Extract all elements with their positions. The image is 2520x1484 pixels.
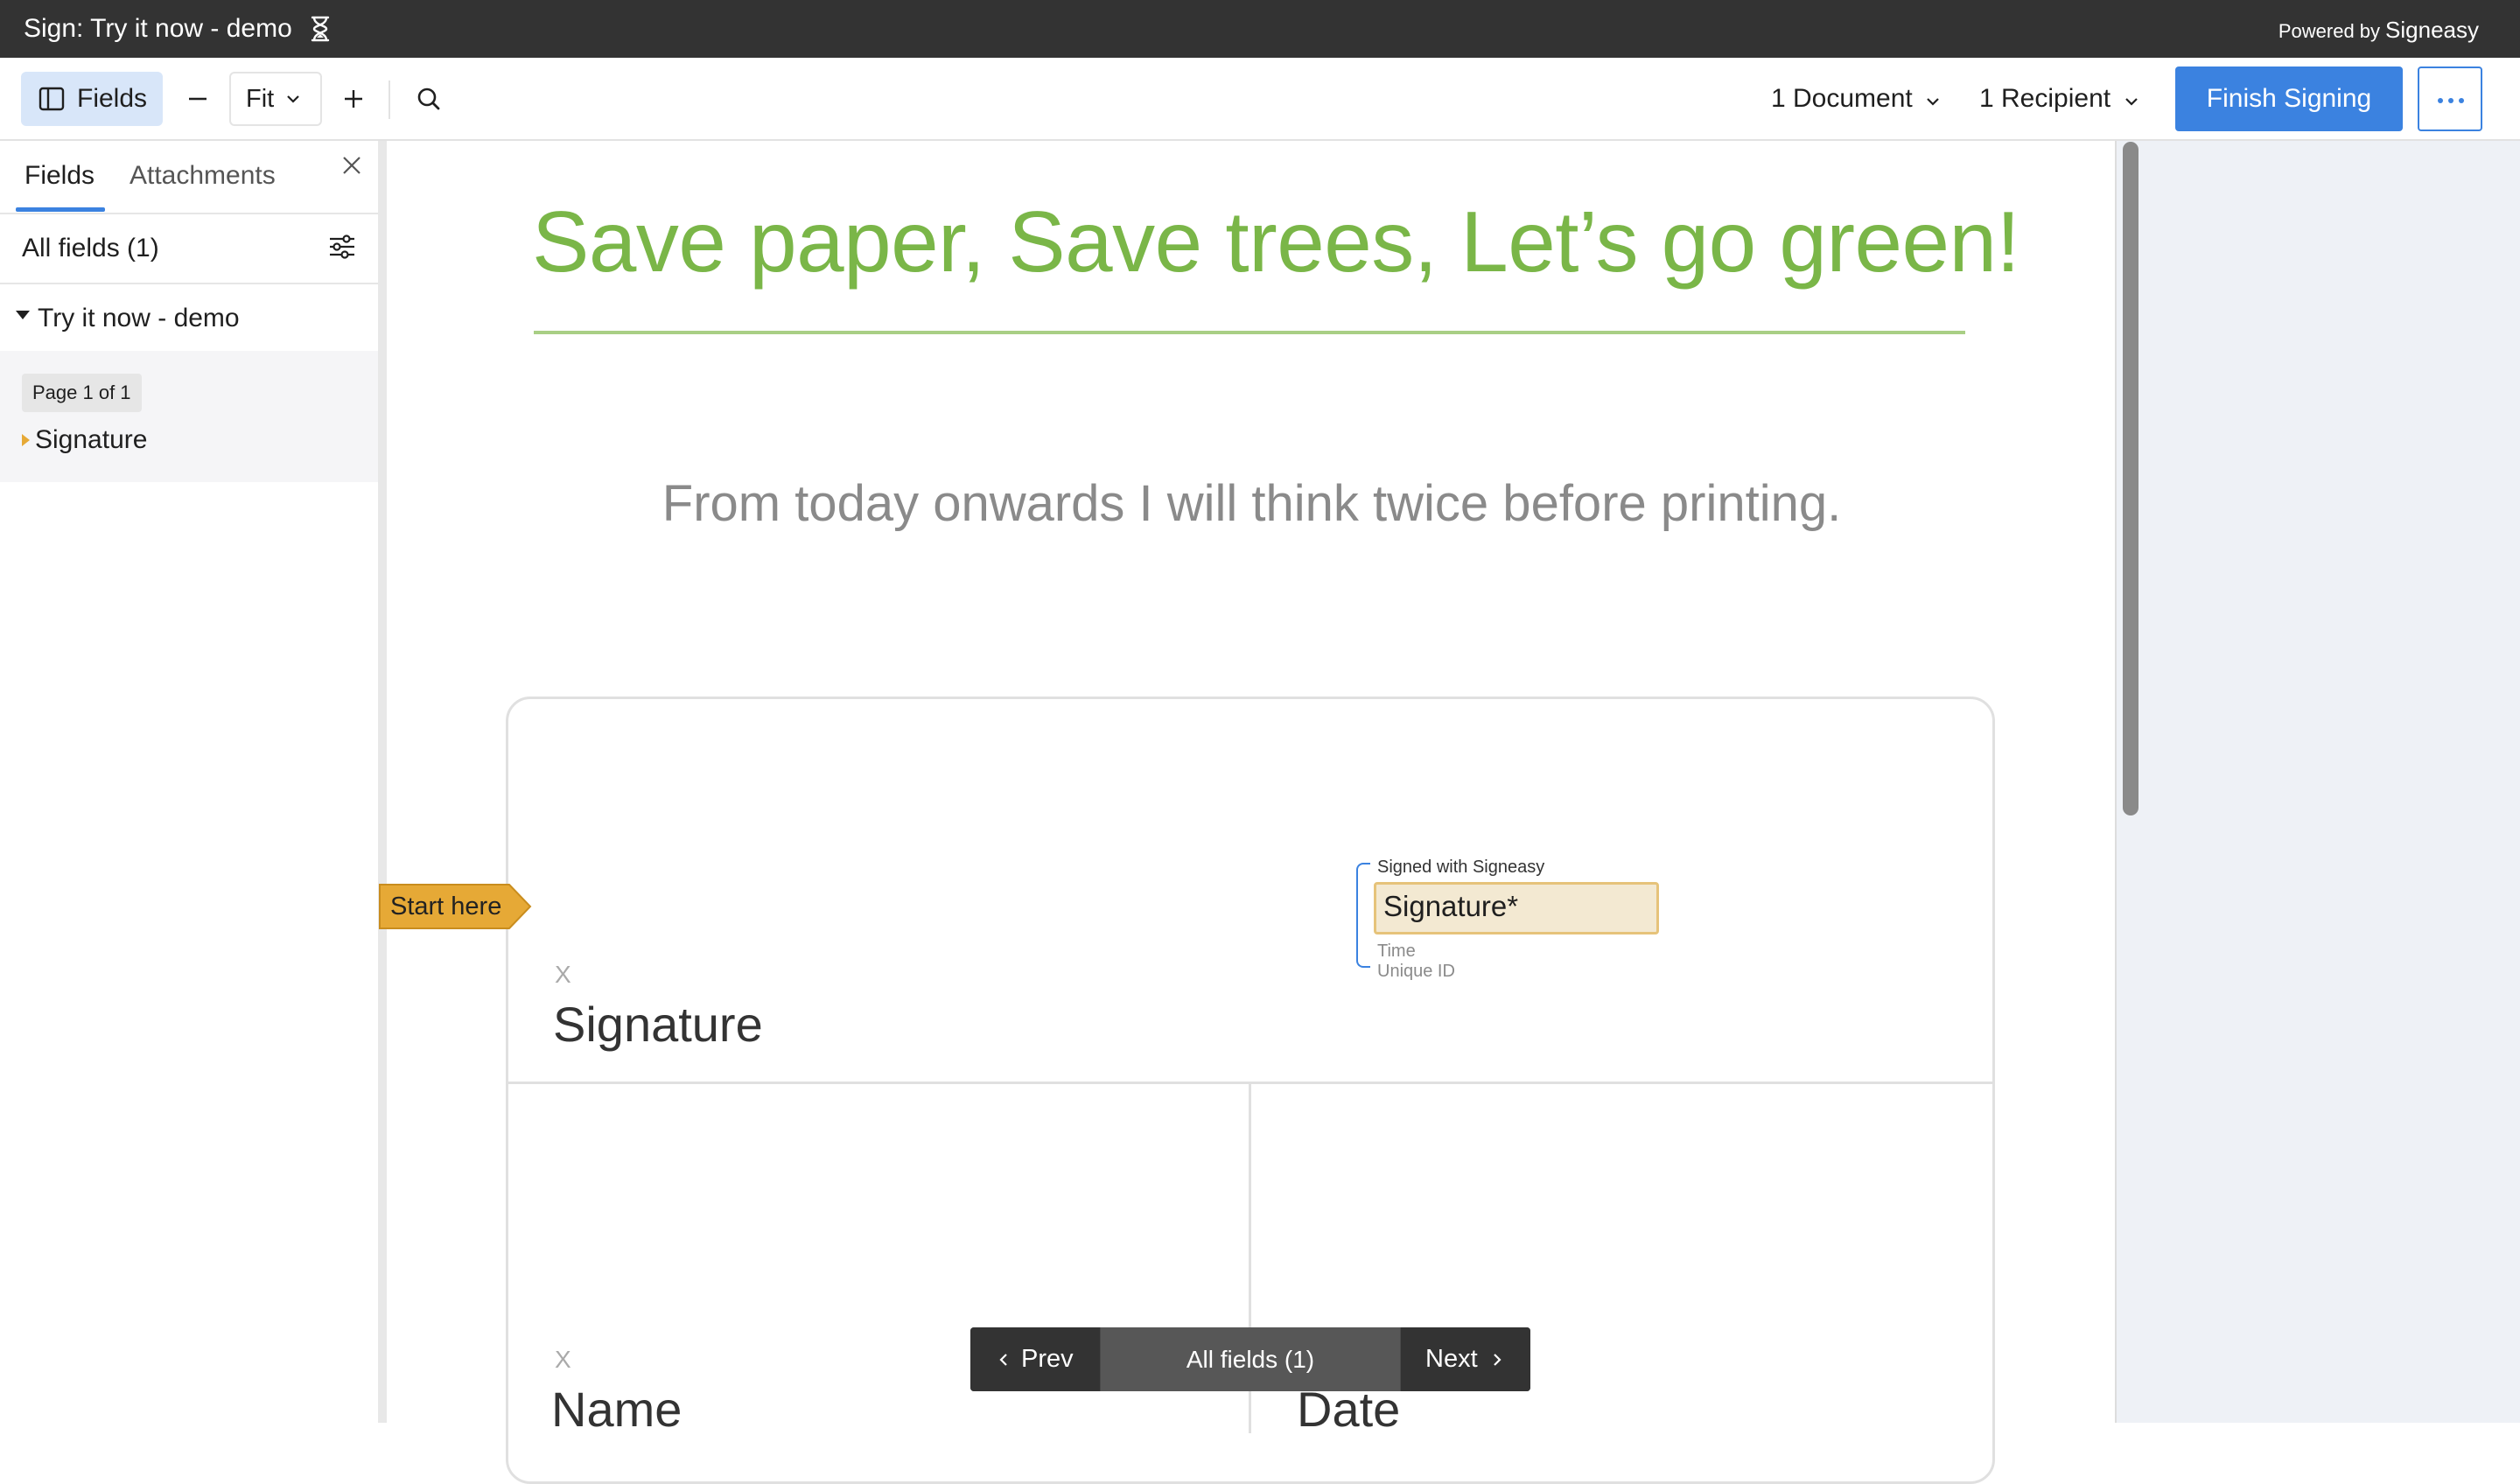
field-list-item-signature[interactable]: Signature [35,421,147,459]
chevron-down-icon [287,95,299,103]
signature-field-placeholder: Signature* [1383,890,1519,922]
more-dot-icon [2438,98,2443,103]
signature-stamp-bracket [1356,863,1370,968]
active-tab-indicator [16,207,105,212]
powered-by-prefix: Powered by [2278,20,2381,42]
document-headline: Save paper, Save trees, Let’s go green! [532,193,2020,290]
chevron-down-icon [2124,97,2138,106]
toolbar: Fields Fit 1 Document 1 Recipient Finish… [0,58,2520,141]
prev-field-button[interactable]: Prev [970,1327,1100,1391]
more-dot-icon [2448,98,2454,103]
document-subline: From today onwards I will think twice be… [662,475,1842,532]
start-here-marker[interactable]: Start here [378,883,532,930]
page-group: Page 1 of 1 Signature [0,351,378,482]
recipient-dropdown[interactable]: 1 Recipient [1979,72,2139,126]
more-dot-icon [2459,98,2464,103]
all-fields-count: All fields (1) [22,234,159,262]
caret-down-icon[interactable] [16,311,30,319]
signature-time-label: Time [1377,942,1416,961]
fields-sidebar: Fields Attachments All fields (1) Try it… [0,141,378,1423]
window-title: Sign: Try it now - demo [24,14,292,43]
filter-settings-icon[interactable] [327,232,357,262]
signature-line-label: Signature [553,997,763,1052]
signature-x-mark: X [555,961,571,988]
start-here-label: Start here [390,892,502,920]
signature-unique-id-label: Unique ID [1377,962,1455,981]
caret-right-icon [22,434,30,446]
vertical-scrollbar[interactable] [2123,142,2138,816]
recipient-dropdown-label: 1 Recipient [1979,84,2111,113]
sidebar-resize-handle[interactable] [378,141,387,1423]
chevron-right-icon [1494,1354,1502,1366]
finish-signing-button[interactable]: Finish Signing [2175,66,2403,131]
fields-button-label: Fields [77,84,148,113]
search-icon [417,88,440,110]
chevron-left-icon [999,1354,1007,1366]
all-fields-nav-button[interactable]: All fields (1) [1101,1327,1400,1391]
prev-button-label: Prev [1021,1345,1074,1373]
close-icon[interactable] [340,153,364,178]
title-bar: Sign: Try it now - demo Powered by Signea… [0,0,2520,58]
signed-with-caption: Signed with Signeasy [1377,858,1545,877]
toggle-fields-panel-button[interactable]: Fields [21,72,163,126]
powered-by: Powered by Signeasy [2278,0,2479,58]
zoom-level-dropdown[interactable]: Fit [229,72,322,126]
name-line-label: Name [551,1382,682,1437]
sidebar-panel-icon [38,87,65,111]
headline-underline [534,331,1965,334]
toolbar-divider [388,80,390,119]
hourglass-icon [311,16,330,42]
chevron-down-icon [1927,97,1939,106]
plus-icon [345,90,362,108]
tab-fields[interactable]: Fields [24,141,94,213]
signature-field[interactable]: Signature* [1374,882,1659,934]
more-options-button[interactable] [2418,66,2482,131]
next-field-button[interactable]: Next [1401,1327,1530,1391]
document-dropdown[interactable]: 1 Document [1771,72,1941,126]
brand-name: Signeasy [2385,17,2479,43]
document-tree-item[interactable]: Try it now - demo [38,284,240,353]
minus-icon [189,97,206,101]
zoom-in-button[interactable] [338,72,369,126]
zoom-level-label: Fit [246,85,275,113]
field-navigation-bar: Prev All fields (1) Next [970,1327,1530,1391]
name-x-mark: X [555,1346,571,1373]
zoom-out-button[interactable] [182,72,214,126]
document-dropdown-label: 1 Document [1771,84,1913,113]
page-badge: Page 1 of 1 [22,374,142,412]
next-button-label: Next [1425,1345,1478,1373]
search-button[interactable] [410,72,448,126]
tab-attachments[interactable]: Attachments [130,141,276,213]
